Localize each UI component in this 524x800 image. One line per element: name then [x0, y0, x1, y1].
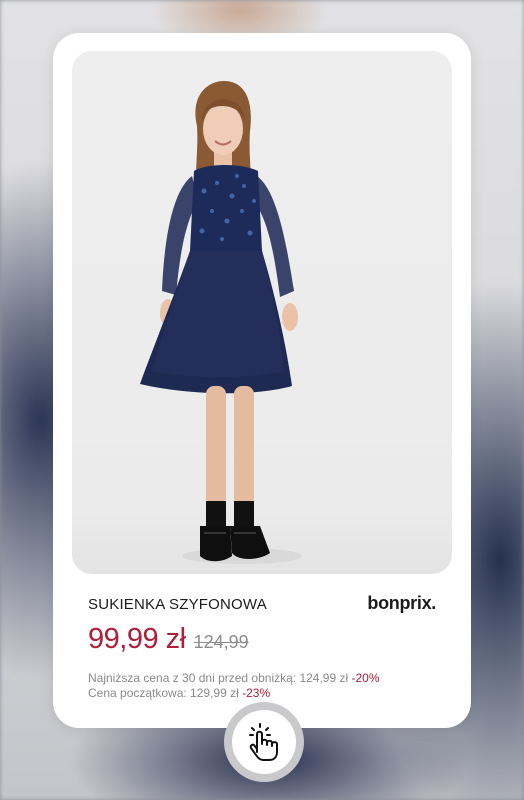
price-row: 99,99 zł 124,99 [88, 623, 249, 656]
lowest-price-info: Najniższa cena z 30 dni przed obniżką: 1… [88, 671, 380, 685]
tap-button-inner [232, 710, 296, 774]
current-price: 99,99 zł [88, 623, 186, 655]
lowest-price-discount: -20% [351, 671, 380, 685]
initial-price-text: Cena początkowa: 129,99 zł [88, 686, 239, 700]
tap-button[interactable] [224, 702, 304, 782]
initial-price-info: Cena początkowa: 129,99 zł -23% [88, 686, 270, 700]
brand-logo: bonprix. [367, 593, 436, 613]
dress-photo-illustration [140, 81, 302, 564]
product-title: SUKIENKA SZYFONOWA [88, 596, 267, 613]
product-card[interactable]: SUKIENKA SZYFONOWA bonprix. 99,99 zł 124… [53, 33, 471, 728]
product-image[interactable] [72, 51, 452, 574]
old-price: 124,99 [193, 632, 249, 652]
tap-hand-icon [249, 723, 278, 761]
initial-price-discount: -23% [242, 686, 271, 700]
lowest-price-text: Najniższa cena z 30 dni przed obniżką: 1… [88, 671, 349, 685]
